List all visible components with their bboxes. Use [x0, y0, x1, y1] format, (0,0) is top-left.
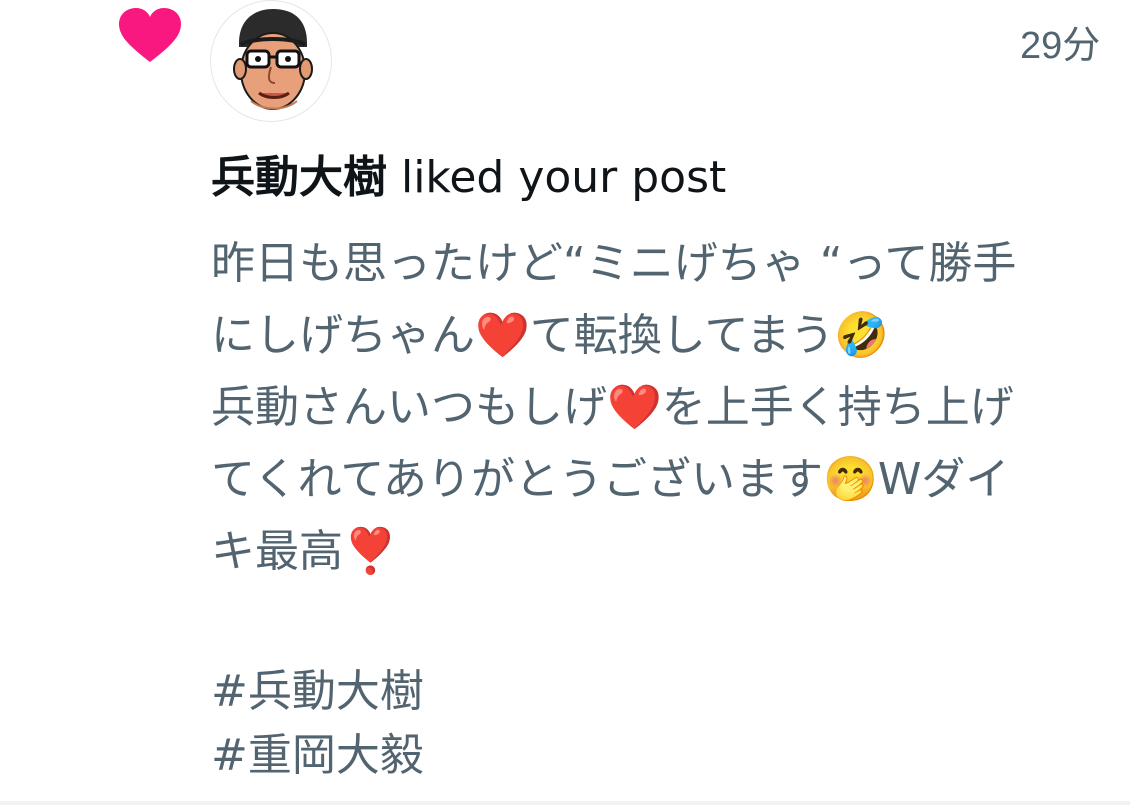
divider — [0, 801, 1130, 805]
avatar-face-icon — [233, 9, 313, 110]
like-notification[interactable]: 29分 兵動大樹 liked your post 昨日も思ったけど“ミニげちゃ … — [0, 0, 1130, 805]
hashtag-link[interactable]: #兵動大樹 — [211, 660, 1130, 724]
post-line: にしげちゃん❤️て転換してまう🤣 — [211, 310, 890, 361]
actor-name[interactable]: 兵動大樹 — [211, 152, 387, 203]
avatar[interactable] — [210, 0, 332, 122]
timestamp: 29分 — [1020, 25, 1101, 67]
notification-headline: 兵動大樹 liked your post — [211, 148, 726, 208]
post-line: 兵動さんいつもしげ❤️を上手く持ち上げ — [211, 382, 1014, 433]
action-text: liked your post — [387, 152, 727, 203]
post-line: てくれてありがとうございます🤭Wダイ — [211, 454, 1010, 505]
heart-icon — [119, 8, 181, 62]
post-text[interactable]: 昨日も思ったけど“ミニげちゃ “って勝手 にしげちゃん❤️て転換してまう🤣 兵動… — [211, 228, 1130, 788]
hashtag-link[interactable]: #重岡大毅 — [211, 724, 1130, 788]
post-line: 昨日も思ったけど“ミニげちゃ “って勝手 — [211, 238, 1017, 289]
post-line: キ最高❣️ — [211, 526, 398, 577]
